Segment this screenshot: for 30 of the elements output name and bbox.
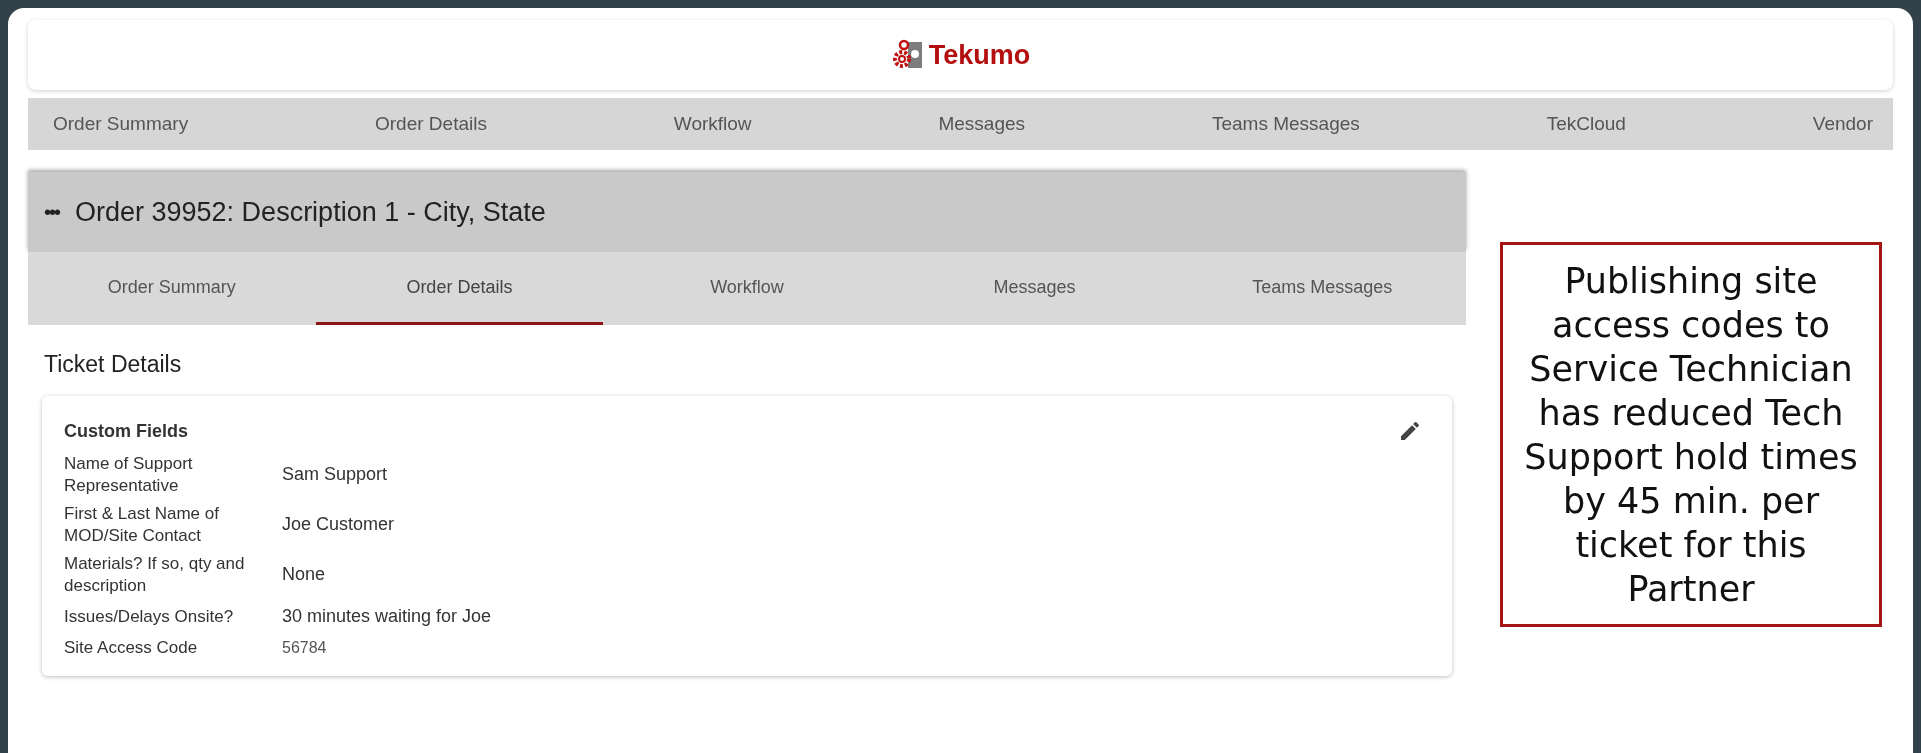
tab[interactable]: Workflow — [603, 252, 891, 325]
nav-link[interactable]: Order Summary — [53, 109, 189, 139]
field-value: 56784 — [282, 638, 327, 659]
nav-link[interactable]: Teams Messages — [1211, 109, 1360, 139]
field-value: 30 minutes waiting for Joe — [282, 605, 492, 629]
field-value: None — [282, 563, 326, 587]
tab[interactable]: Teams Messages — [1178, 252, 1466, 325]
tab[interactable]: Order Details — [315, 252, 604, 325]
card-title: Custom Fields — [64, 419, 188, 443]
tab[interactable]: Messages — [890, 252, 1179, 325]
edit-icon[interactable] — [1398, 419, 1422, 443]
field-label: First & Last Name of MOD/Site Contact — [64, 502, 220, 547]
field-label: Materials? If so, qty and description — [64, 552, 246, 597]
field-label: Issues/Delays Onsite? — [64, 605, 235, 628]
field-label: Name of Support Representative — [64, 452, 194, 497]
field-value: Sam Support — [282, 463, 388, 487]
field-value: Joe Customer — [282, 513, 395, 537]
logo-icon — [890, 39, 925, 71]
callout-note: Publishing site access codes to Service Technician has reduced Tech Support hold times by 45 min. per ticket for this Partner — [1500, 242, 1882, 627]
section-title: Ticket Details — [44, 350, 183, 379]
nav-link[interactable]: TekCloud — [1546, 109, 1626, 139]
menu-button[interactable]: ••• — [44, 197, 59, 227]
tab[interactable]: Order Summary — [28, 252, 316, 325]
order-title: Order 39952: Description 1 - City, State — [75, 195, 546, 229]
nav-link[interactable]: Vendor — [1812, 109, 1873, 139]
nav-link[interactable]: Messages — [938, 109, 1026, 139]
brand-name: Tekumo — [928, 38, 1031, 72]
field-label: Site Access Code — [64, 637, 199, 659]
nav-link[interactable]: Order Details — [375, 109, 487, 139]
nav-link[interactable]: Workflow — [673, 109, 752, 139]
